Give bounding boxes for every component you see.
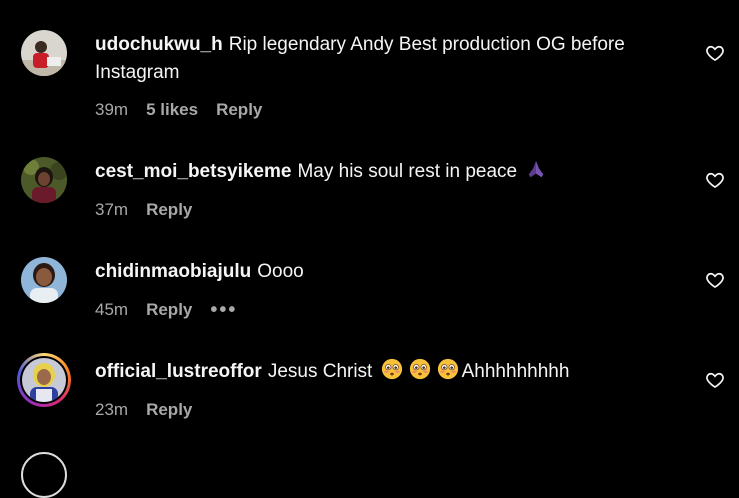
comment-body: Oooo: [257, 261, 304, 282]
timestamp: 39m: [95, 100, 129, 119]
avatar[interactable]: [21, 452, 67, 498]
comment-body: May his soul rest in peace: [297, 161, 518, 182]
more-options-icon[interactable]: •••: [210, 299, 237, 322]
reply-button[interactable]: Reply: [216, 100, 262, 120]
username[interactable]: official_lustreoffor: [95, 361, 262, 382]
likes-count[interactable]: 5 likes: [146, 100, 198, 120]
comment-meta: 39m 5 likes Reply: [95, 98, 280, 122]
username[interactable]: cest_moi_betsyikeme: [95, 161, 291, 182]
comment-meta: 23m Reply: [95, 398, 210, 422]
flushed-face-emoji: [437, 358, 459, 380]
comment-text: cest_moi_betsyikeme May his soul rest in …: [95, 158, 685, 186]
avatar[interactable]: [21, 257, 67, 303]
heart-icon[interactable]: [705, 370, 725, 390]
comment-meta: 45m Reply •••: [95, 298, 255, 322]
reply-button[interactable]: Reply: [146, 200, 192, 220]
comment-text: official_lustreoffor Jesus Christ Ahhhhhh…: [95, 358, 685, 386]
avatar[interactable]: [21, 157, 67, 203]
heart-icon[interactable]: [705, 270, 725, 290]
comment-body-tail: Ahhhhhhhhh: [461, 361, 570, 382]
comment-text: chidinmaobiajulu Oooo: [95, 258, 685, 286]
story-ring-avatar[interactable]: [17, 353, 71, 407]
username[interactable]: chidinmaobiajulu: [95, 261, 251, 282]
username[interactable]: udochukwu_h: [95, 34, 223, 55]
reply-button[interactable]: Reply: [146, 300, 192, 320]
flushed-face-emoji: [409, 358, 431, 380]
heart-icon[interactable]: [705, 43, 725, 63]
reply-button[interactable]: Reply: [146, 400, 192, 420]
flushed-face-emoji: [381, 358, 403, 380]
comment-meta: 37m Reply: [95, 198, 210, 222]
avatar[interactable]: [21, 30, 67, 76]
heart-icon[interactable]: [705, 170, 725, 190]
comment-body: Jesus Christ: [267, 361, 373, 382]
timestamp: 23m: [95, 400, 129, 419]
timestamp: 45m: [95, 300, 129, 319]
praying-hands-emoji: [525, 158, 547, 180]
comment-text: udochukwu_h Rip legendary Andy Best produ…: [95, 31, 685, 87]
timestamp: 37m: [95, 200, 129, 219]
avatar: [22, 358, 66, 402]
